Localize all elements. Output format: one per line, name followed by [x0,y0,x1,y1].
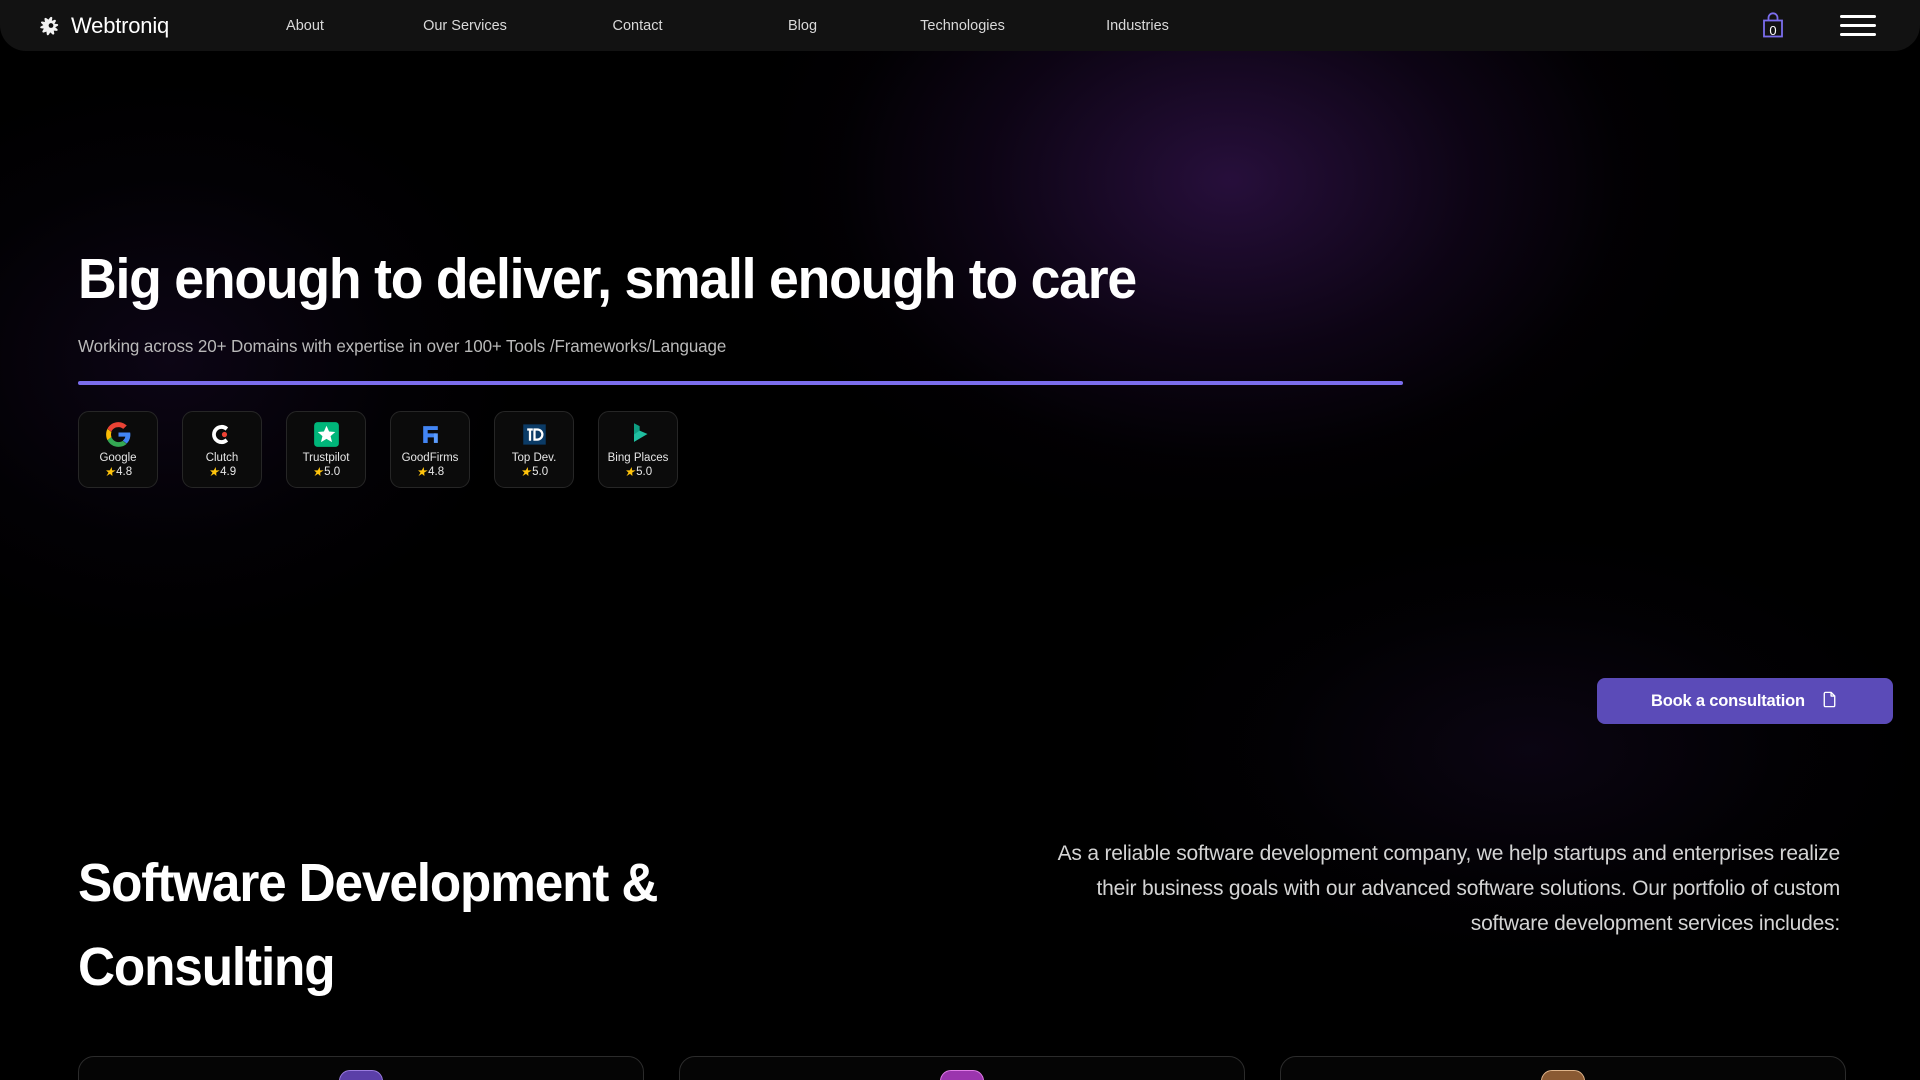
top-navigation-bar: Webtroniq About Our Services Contact Blo… [0,0,1920,51]
trustpilot-logo-icon [311,419,341,449]
badge-rating-value: 5.0 [636,466,653,478]
clutch-logo-icon [207,419,237,449]
badge-name: Trustpilot [302,452,350,464]
brand-logo[interactable]: Webtroniq [40,13,230,39]
cart-button[interactable]: 0 [1760,11,1786,40]
review-badge-trustpilot[interactable]: Trustpilot ★ 5.0 [286,411,366,488]
service-card-2[interactable] [679,1056,1245,1080]
book-consultation-label: Book a consultation [1651,691,1805,710]
topdevelopers-logo-icon [519,419,549,449]
badge-name: Google [99,452,137,464]
hero-heading: Big enough to deliver, small enough to c… [78,247,1137,311]
hero-subheading: Working across 20+ Domains with expertis… [78,336,727,356]
section-heading: Software Development & Consulting [78,853,658,997]
hamburger-line-2 [1840,23,1876,28]
review-badges-row: Google ★ 4.8 Clutch ★ 4.9 Trustpilot ★ 5… [78,411,678,488]
nav-link-technologies[interactable]: Technologies [880,18,1045,34]
badge-rating: ★ 4.9 [208,465,236,480]
hamburger-line-1 [1840,14,1876,18]
badge-rating: ★ 5.0 [312,465,340,480]
bing-places-logo-icon [623,419,653,449]
brand-name-text: Webtroniq [71,12,170,38]
nav-link-our-services[interactable]: Our Services [380,18,550,34]
badge-rating-value: 4.9 [220,466,237,478]
badge-rating: ★ 4.8 [416,465,444,480]
google-logo-icon [103,419,133,449]
service-card-1[interactable] [78,1056,644,1080]
document-icon [1820,690,1839,712]
review-badge-clutch[interactable]: Clutch ★ 4.9 [182,411,262,488]
keyboard-code-icon [940,1070,984,1080]
cart-count-badge: 0 [1769,22,1777,38]
nav-link-contact[interactable]: Contact [550,18,725,34]
navbar-right-actions: 0 [1760,11,1876,40]
review-badge-google[interactable]: Google ★ 4.8 [78,411,158,488]
badge-rating-value: 4.8 [116,466,133,478]
badge-name: Bing Places [607,452,669,464]
people-group-icon [339,1070,383,1080]
webtroniq-landing-page: Webtroniq About Our Services Contact Blo… [0,0,1920,1080]
star-icon: ★ [623,465,636,480]
review-badge-top-developers[interactable]: Top Dev. ★ 5.0 [494,411,574,488]
badge-rating: ★ 4.8 [104,465,132,480]
badge-rating-value: 4.8 [428,466,445,478]
review-badge-bing-places[interactable]: Bing Places ★ 5.0 [598,411,678,488]
hamburger-menu-icon[interactable] [1840,14,1876,37]
webtroniq-logo-icon [40,15,62,37]
nav-link-blog[interactable]: Blog [725,18,880,34]
software-development-section: Software Development & Consulting As a r… [0,796,1920,1080]
star-icon: ★ [103,465,116,480]
review-badge-goodfirms[interactable]: GoodFirms ★ 4.8 [390,411,470,488]
badge-name: Clutch [205,452,239,464]
section-paragraph: As a reliable software development compa… [1057,842,1841,935]
briefcase-icon [1541,1070,1585,1080]
book-consultation-button[interactable]: Book a consultation [1597,678,1893,724]
badge-name: Top Dev. [511,452,557,464]
nav-links: About Our Services Contact Blog Technolo… [230,18,1760,34]
service-cards-row [78,1056,1846,1080]
nav-link-about[interactable]: About [230,18,380,34]
badge-name: GoodFirms [401,452,459,464]
star-icon: ★ [519,465,532,480]
star-icon: ★ [415,465,428,480]
badge-rating: ★ 5.0 [520,465,548,480]
service-card-3[interactable] [1280,1056,1846,1080]
nav-link-industries[interactable]: Industries [1045,18,1230,34]
hamburger-line-3 [1840,33,1876,37]
goodfirms-logo-icon [415,419,445,449]
star-icon: ★ [207,465,220,480]
badge-rating-value: 5.0 [324,466,341,478]
badge-rating-value: 5.0 [532,466,549,478]
badge-rating: ★ 5.0 [624,465,652,480]
star-icon: ★ [311,465,324,480]
hero-divider-rule [78,381,1403,385]
